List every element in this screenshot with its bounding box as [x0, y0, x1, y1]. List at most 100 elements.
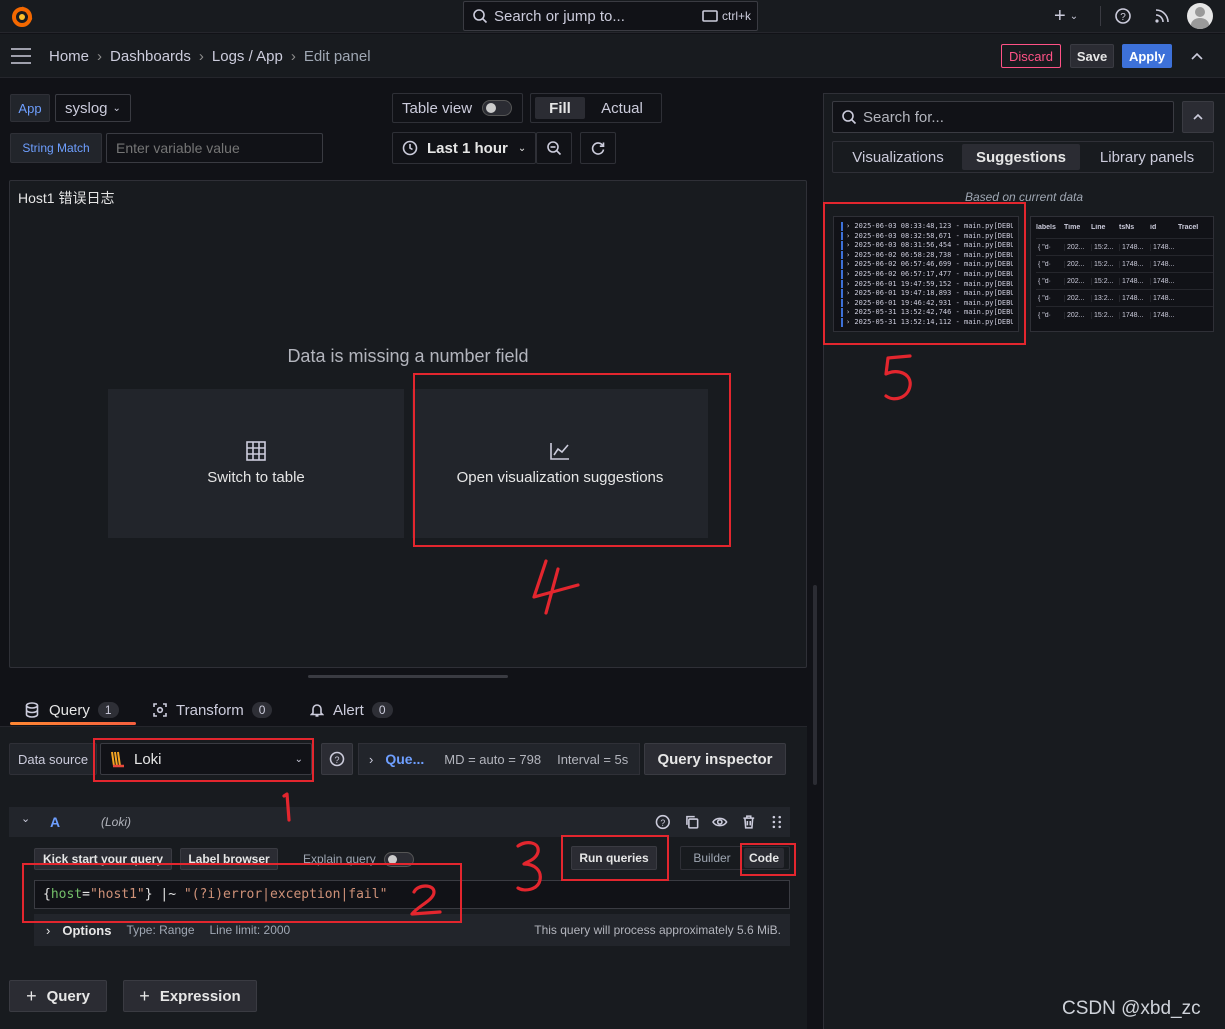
grafana-logo-icon[interactable] — [10, 5, 34, 29]
table-preview-header-cell: TraceI — [1178, 224, 1199, 231]
collapse-up-icon[interactable] — [1190, 50, 1204, 62]
datasource-select[interactable]: Loki ⌄ — [100, 743, 312, 775]
annotation-number-1 — [282, 792, 291, 822]
builder-mode-option[interactable]: Builder — [684, 848, 740, 868]
add-expression-button[interactable]: + Expression — [123, 980, 257, 1012]
table-preview-cell: { "d· — [1038, 294, 1051, 302]
table-preview-cell: 1748... — [1119, 260, 1150, 268]
tab-suggestions[interactable]: Suggestions — [962, 144, 1080, 170]
breadcrumb-dashboard[interactable]: Logs / App — [212, 48, 283, 65]
explain-query-toggle[interactable]: Explain query — [303, 848, 414, 870]
eye-icon[interactable] — [712, 814, 728, 830]
datasource-label: Data source — [9, 743, 97, 775]
table-preview-cell: 1748... — [1150, 243, 1178, 251]
table-preview-header-cell: Time — [1064, 224, 1081, 231]
time-range-picker[interactable]: Last 1 hour ⌄ — [392, 132, 536, 164]
database-icon — [25, 702, 39, 718]
logs-suggestion-card[interactable]: › 2025-06-03 08:33:48,123 - main.py[DEBU… — [833, 216, 1019, 332]
query-options-link[interactable]: Que... — [385, 751, 424, 767]
tab-transform-count: 0 — [251, 702, 273, 718]
save-button[interactable]: Save — [1070, 44, 1114, 68]
plus-icon: + — [26, 985, 37, 1006]
switch-to-table-card[interactable]: Switch to table — [108, 389, 404, 538]
global-search[interactable]: Search or jump to... ctrl+k — [463, 1, 758, 31]
add-menu-button[interactable]: + ⌄ — [1054, 6, 1088, 26]
resize-handle[interactable] — [308, 675, 508, 678]
log-line: › 2025-06-02 06:57:46,699 - main.py[DEBU… — [841, 260, 1013, 269]
code-mode-option[interactable]: Code — [744, 848, 784, 868]
tab-query[interactable]: Query 1 — [10, 696, 136, 724]
run-queries-button[interactable]: Run queries — [571, 846, 657, 870]
query-options-bar: › Que... MD = auto = 798 Interval = 5s — [358, 743, 640, 775]
tab-query-count: 1 — [97, 702, 119, 718]
query-type: Type: Range — [126, 923, 195, 937]
toggle-switch — [482, 100, 513, 116]
tab-alert[interactable]: Alert 0 — [310, 696, 410, 724]
query-inspector-button[interactable]: Query inspector — [644, 743, 786, 775]
viz-search[interactable]: Search for... — [832, 101, 1174, 133]
open-suggestions-card[interactable]: Open visualization suggestions — [412, 389, 708, 538]
discard-button[interactable]: Discard — [1001, 44, 1061, 68]
clock-icon — [402, 140, 418, 156]
log-line: › 2025-05-31 13:52:14,112 - main.py[DEBU… — [841, 317, 1013, 327]
chevron-down-icon[interactable]: ⌄ — [21, 812, 30, 825]
query-ref-id[interactable]: A — [50, 814, 60, 830]
actual-option[interactable]: Actual — [590, 97, 654, 119]
shortcut-hint: ctrl+k — [721, 9, 751, 23]
table-preview: labels Time Line tsNs id TraceI{ "d· 202... 15:… — [1036, 224, 1213, 323]
log-line: › 2025-06-03 08:33:48,123 - main.py[DEBU… — [841, 222, 1013, 231]
zoom-out-icon — [547, 141, 562, 156]
fill-option[interactable]: Fill — [535, 97, 585, 119]
menu-icon[interactable] — [10, 47, 32, 65]
search-icon — [842, 110, 857, 125]
options-toggle[interactable]: Options — [62, 923, 111, 938]
chevron-right-icon[interactable]: › — [46, 923, 50, 938]
line-limit: Line limit: 2000 — [209, 923, 291, 937]
tab-visualizations[interactable]: Visualizations — [836, 144, 960, 170]
refresh-button[interactable] — [580, 132, 616, 164]
string-match-input[interactable] — [106, 133, 323, 163]
breadcrumb: Home › Dashboards › Logs / App › Edit pa… — [49, 46, 371, 66]
table-preview-row: { "d· 202... 13:2... 1748... 1748... — [1036, 289, 1213, 306]
drag-handle-icon[interactable] — [769, 814, 785, 830]
breadcrumb-dashboards[interactable]: Dashboards — [110, 48, 191, 65]
datasource-help-button[interactable]: ? — [321, 743, 353, 775]
log-line: › 2025-05-31 13:52:42,746 - main.py[DEBU… — [841, 308, 1013, 317]
log-line: › 2025-06-02 06:58:28,738 - main.py[DEBU… — [841, 250, 1013, 260]
app-variable-select[interactable]: syslog ⌄ — [55, 94, 131, 122]
refresh-icon — [591, 142, 605, 155]
plus-icon: + — [1054, 5, 1066, 27]
query-token-operator: = — [82, 887, 90, 902]
help-icon[interactable]: ? — [655, 814, 671, 830]
table-view-toggle[interactable]: Table view — [392, 93, 523, 123]
based-on-label: Based on current data — [964, 190, 1084, 204]
table-preview-cell: 1748... — [1150, 294, 1178, 302]
label-browser-button[interactable]: Label browser — [180, 848, 278, 870]
table-preview-cell: 15:2... — [1091, 243, 1119, 251]
user-avatar[interactable] — [1187, 3, 1213, 29]
trash-icon[interactable] — [741, 814, 757, 830]
table-preview-cell: 202... — [1064, 294, 1091, 302]
table-suggestion-card[interactable]: labels Time Line tsNs id TraceI{ "d· 202... 15:… — [1030, 216, 1214, 332]
add-query-button[interactable]: + Query — [9, 980, 107, 1012]
kick-start-button[interactable]: Kick start your query — [34, 848, 172, 870]
copy-icon[interactable] — [684, 814, 700, 830]
tab-transform[interactable]: Transform 0 — [152, 696, 282, 724]
transform-icon — [153, 703, 167, 717]
rss-icon[interactable] — [1153, 7, 1171, 25]
keyboard-icon — [702, 10, 718, 22]
panel-title: Host1 错误日志 — [18, 190, 115, 206]
close-pane-button[interactable] — [1182, 101, 1214, 133]
table-preview-cell: 15:2... — [1091, 311, 1119, 319]
apply-button[interactable]: Apply — [1122, 44, 1172, 68]
breadcrumb-home[interactable]: Home — [49, 48, 89, 65]
tab-library-panels[interactable]: Library panels — [1082, 144, 1212, 170]
help-icon[interactable]: ? — [1114, 7, 1132, 25]
table-preview-header-cell: Line — [1091, 224, 1106, 231]
log-lines: › 2025-06-03 08:33:48,123 - main.py[DEBU… — [841, 222, 1018, 327]
left-scrollbar[interactable] — [813, 585, 817, 785]
loki-icon — [111, 751, 124, 768]
zoom-out-button[interactable] — [536, 132, 572, 164]
query-token-pipe: |~ — [160, 887, 177, 902]
query-token-string: "host1" — [89, 887, 145, 902]
